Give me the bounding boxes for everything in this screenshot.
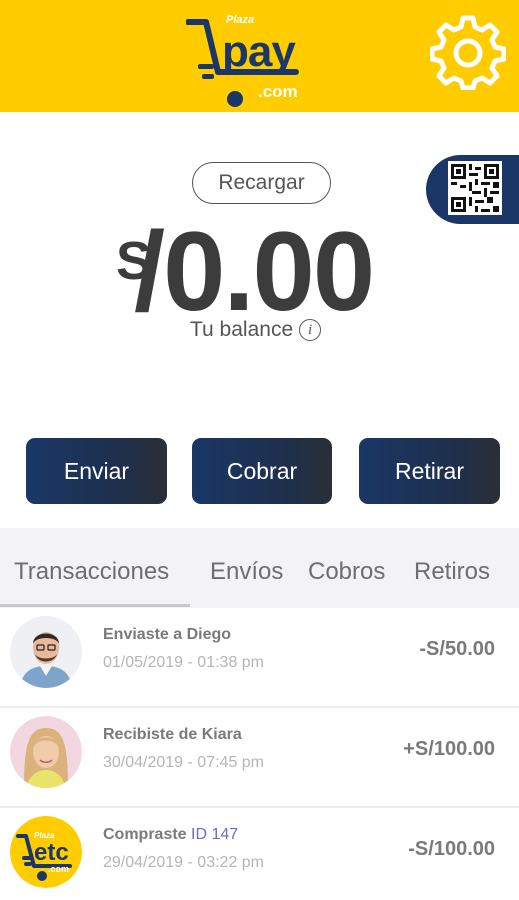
tab-envios[interactable]: Envíos bbox=[210, 558, 283, 586]
transaction-title: Enviaste a Diego bbox=[103, 626, 232, 643]
charge-button[interactable]: Cobrar bbox=[192, 438, 332, 504]
plazapay-logo: Plaza pay .com bbox=[186, 14, 316, 110]
action-buttons: Enviar Cobrar Retirar bbox=[0, 438, 519, 506]
balance-label-row: Tu balance i bbox=[190, 318, 322, 342]
recharge-button[interactable]: Recargar bbox=[192, 162, 331, 204]
info-icon[interactable]: i bbox=[299, 319, 322, 341]
list-item[interactable]: Recibiste de Kiara 30/04/2019 - 07:45 pm… bbox=[0, 708, 519, 808]
logo-com-text: .com bbox=[258, 82, 298, 101]
send-button[interactable]: Enviar bbox=[26, 438, 167, 504]
list-item[interactable]: Enviaste a Diego 01/05/2019 - 01:38 pm -… bbox=[0, 608, 519, 708]
transaction-date: 01/05/2019 - 01:38 pm bbox=[103, 654, 265, 671]
balance-display: S /0.00 bbox=[0, 209, 519, 334]
transaction-date: 29/04/2019 - 03:22 pm bbox=[103, 854, 265, 871]
transaction-date: 30/04/2019 - 07:45 pm bbox=[103, 754, 265, 771]
transaction-amount: +S/100.00 bbox=[403, 738, 495, 760]
transaction-amount: -S/100.00 bbox=[408, 838, 495, 860]
list-item[interactable]: Plaza etc .com Compraste ID 147 29/04/20… bbox=[0, 808, 519, 900]
withdraw-button[interactable]: Retirar bbox=[359, 438, 500, 504]
app-header: Plaza pay .com bbox=[0, 0, 519, 112]
logo-pay-text: pay bbox=[222, 27, 296, 76]
svg-text:.com: .com bbox=[48, 864, 69, 874]
gear-icon[interactable] bbox=[430, 14, 506, 90]
tab-transacciones[interactable]: Transacciones bbox=[14, 558, 169, 586]
qr-code-button[interactable] bbox=[426, 155, 519, 224]
woman-avatar bbox=[10, 716, 82, 788]
balance-amount: /0.00 bbox=[134, 209, 375, 334]
transaction-title: Compraste ID 147 bbox=[103, 826, 239, 843]
qr-code-icon bbox=[448, 161, 502, 215]
logo-plaza-text: Plaza bbox=[226, 14, 255, 26]
svg-text:etc: etc bbox=[34, 839, 69, 866]
tab-retiros[interactable]: Retiros bbox=[414, 558, 490, 586]
transaction-tabs: Transacciones Envíos Cobros Retiros bbox=[0, 528, 519, 608]
man-avatar bbox=[10, 616, 82, 688]
active-tab-indicator bbox=[0, 604, 190, 607]
transaction-title: Recibiste de Kiara bbox=[103, 726, 242, 743]
transaction-amount: -S/50.00 bbox=[419, 638, 495, 660]
transaction-id-link[interactable]: ID 147 bbox=[191, 826, 238, 843]
tab-cobros[interactable]: Cobros bbox=[308, 558, 385, 586]
plaza-etc-logo: Plaza etc .com bbox=[10, 816, 82, 888]
balance-label: Tu balance bbox=[190, 318, 294, 341]
